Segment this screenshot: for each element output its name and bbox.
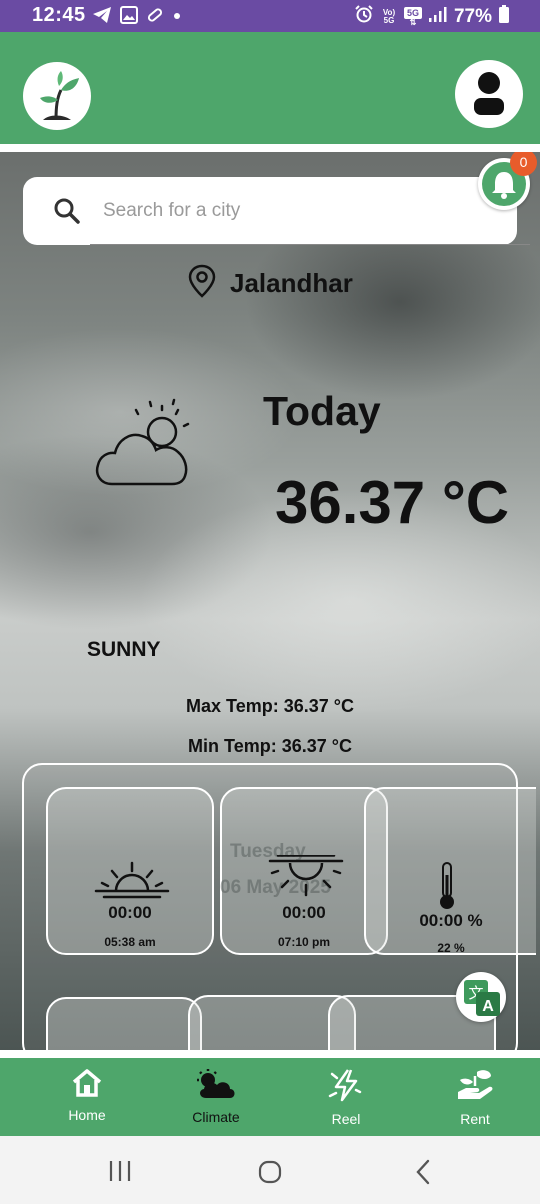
signal-icon (428, 5, 448, 28)
svg-text:A: A (482, 998, 494, 1015)
nav-reel[interactable]: Reel (296, 1068, 396, 1127)
nav-rent[interactable]: Rent (425, 1068, 525, 1127)
weather-details-panel: 00:00 05:38 am Tuesday 06 May 2025 00:00… (22, 763, 536, 1050)
sunset-icon (268, 854, 344, 904)
sunset-time: 07:10 pm (277, 935, 331, 949)
home-circle-icon[interactable] (258, 1160, 282, 1189)
user-icon (455, 72, 523, 132)
search-underline (90, 244, 530, 245)
sunset-value: 00:00 (282, 903, 326, 922)
search-input[interactable] (103, 191, 483, 231)
status-time: 12:45 (32, 4, 86, 26)
sprout-icon (23, 71, 91, 134)
back-icon[interactable] (414, 1159, 432, 1190)
current-temperature: 36.37 °C (275, 469, 510, 536)
search-icon (53, 197, 81, 230)
humidity-value: 00:00 % (419, 911, 483, 930)
translate-icon: 文 A (456, 980, 506, 1026)
extra-card-1[interactable] (46, 997, 202, 1050)
dot-icon (172, 6, 182, 29)
weather-screen: 0 Jalandhar Today 36.37 °C SUNNY Max Tem… (0, 152, 540, 1050)
weather-condition: SUNNY (87, 638, 161, 661)
partly-cloudy-icon (90, 394, 200, 499)
day-label: Today (263, 388, 381, 434)
nav-home-label: Home (68, 1107, 106, 1123)
notification-badge: 0 (510, 152, 537, 176)
sunset-card[interactable]: Tuesday 06 May 2025 00:00 07:10 pm (220, 787, 388, 955)
rent-icon (455, 1070, 495, 1106)
alarm-icon (354, 4, 374, 29)
app-logo[interactable] (23, 62, 91, 130)
status-bar: 12:45 Vo) 5G 5G ⇅ 77% (0, 0, 540, 32)
recents-icon[interactable] (108, 1160, 132, 1187)
network-label: 5G (403, 6, 422, 19)
header-divider (0, 144, 540, 152)
nav-climate[interactable]: Climate (166, 1068, 266, 1125)
app-header (0, 32, 540, 144)
sunrise-time: 05:38 am (104, 935, 156, 949)
pill-icon (146, 6, 164, 29)
sunrise-card[interactable]: 00:00 05:38 am (46, 787, 214, 955)
volte-bottom-label: 5G (383, 15, 395, 25)
bell-icon (482, 172, 526, 210)
nav-rent-label: Rent (460, 1111, 490, 1127)
min-temperature: Min Temp: 36.37 °C (188, 736, 352, 756)
telegram-icon (92, 6, 112, 29)
profile-button[interactable] (455, 60, 523, 128)
system-navigation-bar (0, 1136, 540, 1204)
climate-icon (194, 1069, 238, 1104)
bottom-navigation: Home Climate Reel Rent (0, 1058, 540, 1136)
translate-button[interactable]: 文 A (456, 972, 506, 1022)
humidity-percent: 22 % (437, 941, 465, 955)
sunrise-icon (94, 859, 170, 906)
gallery-icon (120, 6, 138, 29)
nav-home[interactable]: Home (37, 1068, 137, 1123)
max-temperature: Max Temp: 36.37 °C (186, 696, 354, 716)
home-icon (71, 1069, 103, 1102)
location-label: Jalandhar (188, 264, 353, 303)
map-pin-icon (188, 264, 216, 303)
nav-reel-label: Reel (331, 1111, 361, 1127)
humidity-card[interactable]: 00:00 % 22 % (364, 787, 536, 955)
5g-icon: 5G ⇅ (403, 6, 422, 27)
nav-climate-label: Climate (192, 1109, 240, 1125)
reel-icon (328, 1069, 364, 1106)
battery-percent: 77% (453, 5, 492, 27)
battery-icon (498, 4, 510, 29)
sunrise-value: 00:00 (108, 903, 152, 922)
search-bar (23, 177, 530, 245)
city-name: Jalandhar (230, 268, 353, 298)
thermometer-icon (436, 861, 458, 916)
nav-divider (0, 1050, 540, 1058)
volte-icon: Vo) 5G (380, 8, 398, 25)
